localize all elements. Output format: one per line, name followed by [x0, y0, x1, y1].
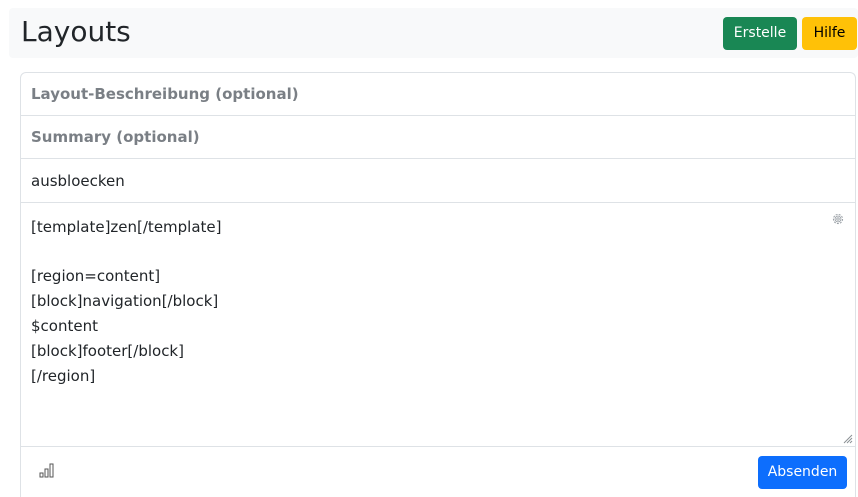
editor-line: [block]navigation[/block]: [31, 292, 219, 310]
summary-placeholder: Summary (optional): [31, 128, 200, 146]
page-header: Layouts Erstelle Hilfe: [9, 8, 858, 58]
layout-form: Layout-Beschreibung (optional) Summary (…: [20, 72, 856, 497]
create-button[interactable]: Erstelle: [723, 17, 797, 50]
layout-name-field[interactable]: ausbloecken: [21, 160, 855, 203]
layout-code-editor[interactable]: [template]zen[/template] [region=content…: [21, 204, 855, 447]
description-placeholder: Layout-Beschreibung (optional): [31, 85, 299, 103]
layout-name-value: ausbloecken: [31, 172, 125, 190]
help-button[interactable]: Hilfe: [802, 17, 857, 50]
bar-chart-icon[interactable]: [39, 461, 57, 479]
editor-line: [/region]: [31, 367, 96, 385]
description-field[interactable]: Layout-Beschreibung (optional): [21, 73, 855, 116]
gear-icon[interactable]: [831, 212, 845, 226]
editor-line: [region=content]: [31, 267, 161, 285]
summary-field[interactable]: Summary (optional): [21, 116, 855, 159]
editor-line: $content: [31, 317, 98, 335]
editor-line: [block]footer[/block]: [31, 342, 184, 360]
resize-grip-icon[interactable]: [843, 434, 853, 444]
page-title: Layouts: [21, 15, 131, 48]
form-footer: Absenden: [21, 447, 855, 497]
editor-line: [template]zen[/template]: [31, 218, 222, 236]
layouts-page: Layouts Erstelle Hilfe Layout-Beschreibu…: [0, 0, 858, 497]
submit-button[interactable]: Absenden: [758, 456, 847, 489]
